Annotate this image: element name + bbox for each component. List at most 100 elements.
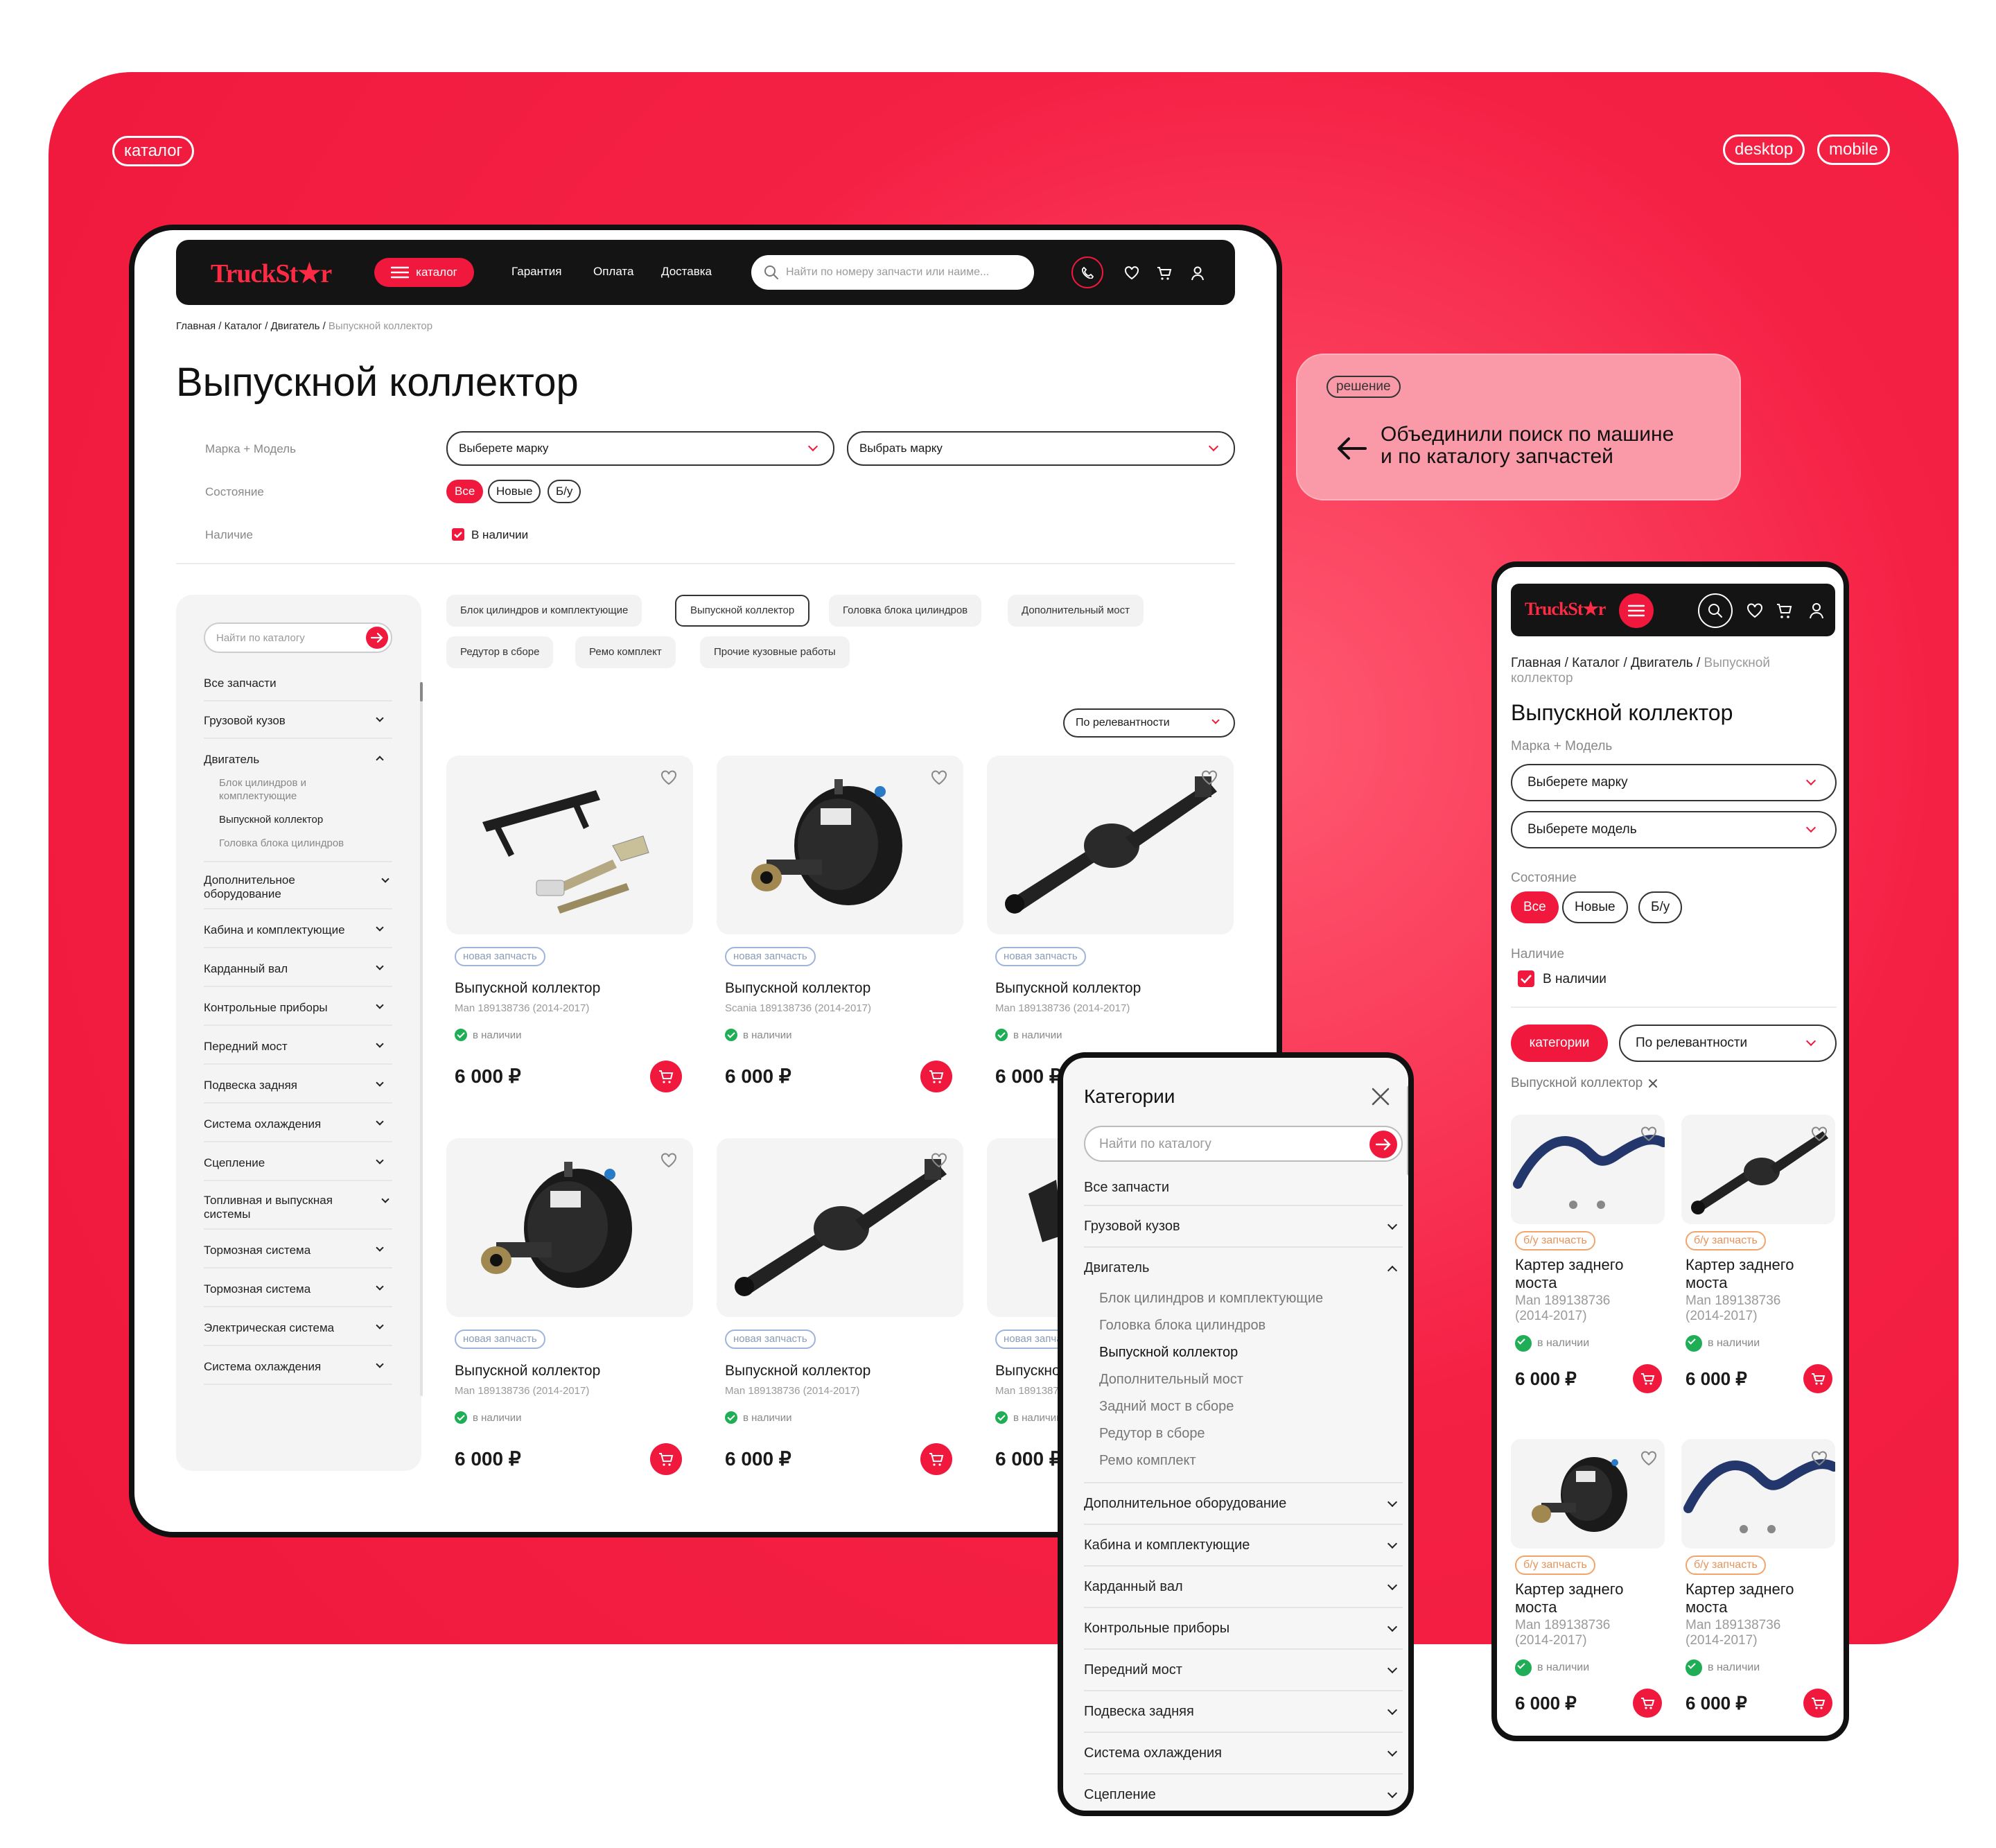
product-image[interactable] [717, 756, 963, 934]
product-title[interactable]: Выпускной коллектор [725, 1363, 870, 1379]
popup-sub-repair-kit[interactable]: Ремо комплект [1099, 1453, 1196, 1469]
sidebar-all-parts[interactable]: Все запчасти [204, 677, 392, 690]
sidebar-sub-head[interactable]: Головка блока цилиндров [219, 837, 344, 849]
favorite-heart-icon[interactable] [660, 769, 678, 786]
chip-extra-axle[interactable]: Дополнительный мост [1008, 595, 1144, 627]
popup-item-cooling[interactable]: Система охлаждения [1084, 1745, 1403, 1761]
heart-icon[interactable] [1124, 266, 1139, 280]
favorite-heart-icon[interactable] [660, 1152, 678, 1169]
product-card[interactable]: б/у запчасть Картер заднего моста Man 189… [1681, 1439, 1835, 1736]
popup-search-button[interactable] [1369, 1131, 1397, 1158]
favorite-heart-icon[interactable] [1810, 1126, 1828, 1142]
popup-item-cargo[interactable]: Грузовой кузов [1084, 1219, 1403, 1235]
popup-sub-block[interactable]: Блок цилиндров и комплектующие [1099, 1291, 1323, 1307]
product-image[interactable] [446, 1138, 693, 1317]
popup-sub-rear-axle[interactable]: Задний мост в сборе [1099, 1399, 1234, 1415]
add-to-cart-button[interactable] [920, 1443, 952, 1475]
add-to-cart-button[interactable] [650, 1061, 682, 1092]
sidebar-item-cooling[interactable]: Система охлаждения [204, 1117, 392, 1131]
product-title[interactable]: Картер заднего моста [1515, 1580, 1624, 1616]
add-to-cart-button[interactable] [920, 1061, 952, 1092]
sidebar-search[interactable]: Найти по каталогу [204, 622, 392, 653]
add-to-cart-button[interactable] [1803, 1689, 1832, 1718]
add-to-cart-button[interactable] [650, 1443, 682, 1475]
popup-item-clutch[interactable]: Сцепление [1084, 1787, 1403, 1803]
product-card[interactable]: б/у запчасть Картер заднего моста Man 189… [1511, 1115, 1665, 1420]
header-search[interactable]: Найти по номеру запчасти или наиме... [751, 255, 1034, 290]
nav-garantia[interactable]: Гарантия [511, 265, 562, 279]
sidebar-item-cargo[interactable]: Грузовой кузов [204, 714, 392, 728]
sidebar-item-electric[interactable]: Электрическая система [204, 1321, 392, 1335]
sort-select[interactable]: По релевантности [1619, 1025, 1837, 1062]
phone-button[interactable] [1071, 256, 1103, 288]
product-title[interactable]: Картер заднего моста [1686, 1580, 1794, 1616]
nav-oplata[interactable]: Оплата [593, 265, 633, 279]
sidebar-item-cooling-2[interactable]: Система охлаждения [204, 1360, 392, 1374]
mobile-tag[interactable]: mobile [1817, 134, 1890, 165]
logo[interactable]: TruckSt★r [1525, 599, 1606, 620]
popup-item-engine[interactable]: Двигатель [1084, 1260, 1403, 1276]
product-card[interactable]: новая запчасть Выпускной коллектор Man 1… [446, 1138, 693, 1506]
popup-sub-reducer[interactable]: Редутор в сборе [1099, 1426, 1205, 1442]
favorite-heart-icon[interactable] [1640, 1126, 1658, 1142]
sidebar-scrollbar[interactable] [420, 682, 423, 1396]
product-image[interactable] [717, 1138, 963, 1317]
categories-button[interactable]: категории [1511, 1025, 1608, 1062]
sidebar-item-gauges[interactable]: Контрольные приборы [204, 1001, 392, 1015]
active-filter-chip[interactable]: Выпускной коллектор [1511, 1076, 1658, 1091]
popup-scrollbar[interactable] [1407, 1086, 1408, 1176]
search-button[interactable] [1698, 593, 1733, 628]
popup-sub-extra-axle[interactable]: Дополнительный мост [1099, 1372, 1243, 1388]
add-to-cart-button[interactable] [1803, 1364, 1832, 1393]
model-select[interactable]: Выбрать марку [847, 431, 1235, 466]
sidebar-item-extra[interactable]: Дополнительное оборудование [204, 873, 389, 901]
brand-select[interactable]: Выберете марку [1511, 764, 1837, 801]
product-title[interactable]: Картер заднего моста [1686, 1256, 1794, 1292]
popup-item-gauges[interactable]: Контрольные приборы [1084, 1621, 1403, 1637]
breadcrumb-links[interactable]: Главная / Каталог / Двигатель / [176, 320, 326, 332]
condition-used[interactable]: Б/у [1638, 891, 1683, 923]
cart-icon[interactable] [1156, 265, 1173, 281]
cart-icon[interactable] [1776, 602, 1794, 619]
close-icon[interactable] [1371, 1087, 1390, 1106]
product-title[interactable]: Выпускной коллектор [455, 980, 600, 997]
popup-item-cabin[interactable]: Кабина и комплектующие [1084, 1537, 1403, 1553]
sidebar-item-shaft[interactable]: Карданный вал [204, 962, 392, 976]
close-icon[interactable] [1648, 1079, 1658, 1088]
desktop-tag[interactable]: desktop [1723, 134, 1805, 165]
popup-search[interactable]: Найти по каталогу [1084, 1126, 1403, 1162]
favorite-heart-icon[interactable] [1640, 1450, 1658, 1467]
condition-new[interactable]: Новые [488, 480, 541, 503]
sidebar-scroll-thumb[interactable] [420, 682, 423, 701]
sidebar-item-front-axle[interactable]: Передний мост [204, 1040, 392, 1054]
condition-all[interactable]: Все [1511, 891, 1559, 923]
product-image[interactable] [446, 756, 693, 934]
favorite-heart-icon[interactable] [1200, 769, 1218, 786]
chip-reducer[interactable]: Редутор в сборе [446, 636, 554, 668]
favorite-heart-icon[interactable] [930, 1152, 948, 1169]
sidebar-item-engine[interactable]: Двигатель [204, 753, 392, 767]
favorite-heart-icon[interactable] [930, 769, 948, 786]
menu-button[interactable] [1619, 593, 1654, 628]
add-to-cart-button[interactable] [1633, 1689, 1662, 1718]
user-icon[interactable] [1191, 265, 1205, 281]
sidebar-item-clutch[interactable]: Сцепление [204, 1156, 392, 1170]
sort-select[interactable]: По релевантности [1063, 708, 1235, 738]
product-title[interactable]: Выпускной коллектор [725, 980, 870, 997]
chip-exhaust[interactable]: Выпускной коллектор [675, 595, 810, 627]
catalog-button[interactable]: каталог [374, 258, 474, 287]
heart-icon[interactable] [1746, 603, 1763, 618]
condition-used[interactable]: Б/у [548, 480, 581, 503]
popup-item-extra[interactable]: Дополнительное оборудование [1084, 1496, 1403, 1512]
sidebar-item-fuel[interactable]: Топливная и выпускная системы [204, 1194, 389, 1221]
user-icon[interactable] [1809, 602, 1824, 619]
chip-body-works[interactable]: Прочие кузовные работы [700, 636, 850, 668]
favorite-heart-icon[interactable] [1810, 1450, 1828, 1467]
sidebar-sub-exhaust[interactable]: Выпускной коллектор [219, 814, 323, 826]
model-select[interactable]: Выберете модель [1511, 811, 1837, 848]
product-card[interactable]: б/у запчасть Картер заднего моста Man 189… [1681, 1115, 1835, 1420]
product-card[interactable]: новая запчасть Выпускной коллектор Man 1… [717, 1138, 963, 1506]
sidebar-item-brakes-2[interactable]: Тормозная система [204, 1282, 392, 1296]
availability-checkbox[interactable] [1518, 970, 1534, 987]
product-card[interactable]: новая запчасть Выпускной коллектор Scani… [717, 756, 963, 1123]
